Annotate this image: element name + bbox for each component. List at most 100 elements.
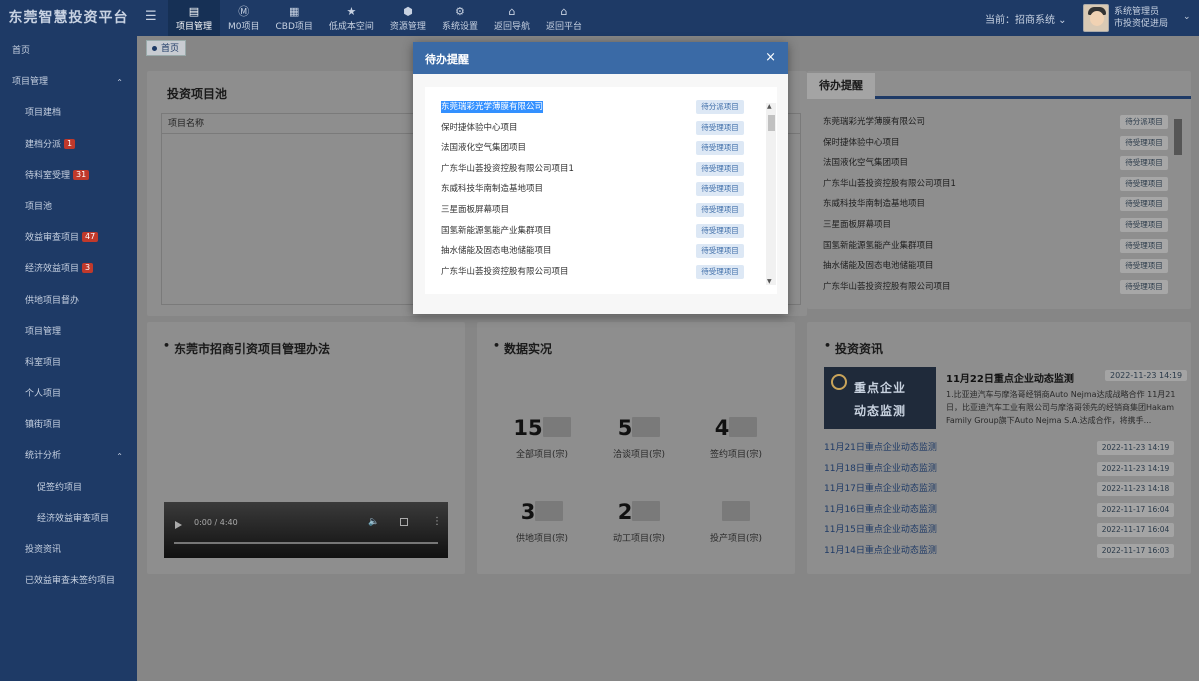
status-badge[interactable]: 待受理项目: [1120, 217, 1168, 232]
news-headline[interactable]: 11月22日重点企业动态监测: [946, 370, 1074, 385]
video-progress-bar[interactable]: [174, 542, 438, 544]
avatar[interactable]: [1083, 4, 1109, 32]
list-item[interactable]: 保时捷体验中心项目 待受理项目: [823, 134, 1168, 155]
nav-item-2[interactable]: ▦ CBD项目: [268, 0, 321, 36]
scroll-thumb[interactable]: [768, 115, 775, 131]
sidebar-item-4[interactable]: 待科室受理 31: [0, 161, 137, 192]
news-item-title[interactable]: 11月14日重点企业动态监测: [824, 546, 937, 556]
modal-item-name[interactable]: 抽水储能及固态电池储能项目: [441, 246, 552, 256]
news-item[interactable]: 11月21日重点企业动态监测 2022-11-23 14:19: [824, 439, 1174, 460]
tab-home[interactable]: 首页: [146, 40, 187, 56]
list-item[interactable]: 广东华山荟投资控股有限公司项目1 待受理项目: [441, 160, 756, 181]
sidebar-item-5[interactable]: 项目池: [0, 192, 137, 223]
news-item-title[interactable]: 11月15日重点企业动态监测: [824, 525, 937, 535]
modal-item-name[interactable]: 广东华山荟投资控股有限公司项目: [441, 267, 569, 277]
list-item[interactable]: 东威科技华南制造基地项目 待受理项目: [441, 180, 756, 201]
sidebar-item-15[interactable]: 经济效益审查项目: [0, 504, 137, 535]
nav-item-4[interactable]: ⬢ 资源管理: [382, 0, 434, 36]
sidebar-item-6[interactable]: 效益审查项目 47: [0, 223, 137, 254]
status-badge[interactable]: 待受理项目: [696, 141, 744, 156]
news-item[interactable]: 11月18日重点企业动态监测 2022-11-23 14:19: [824, 460, 1174, 481]
list-item[interactable]: 广东华山荟投资控股有限公司项目 待受理项目: [441, 263, 756, 284]
scroll-down-icon[interactable]: ▼: [767, 278, 772, 285]
list-item[interactable]: 抽水储能及固态电池储能项目 待受理项目: [823, 257, 1168, 278]
status-badge[interactable]: 待受理项目: [696, 244, 744, 259]
news-item-title[interactable]: 11月17日重点企业动态监测: [824, 484, 937, 494]
nav-item-6[interactable]: ⌂ 返回导航: [486, 0, 538, 36]
news-item[interactable]: 11月17日重点企业动态监测 2022-11-23 14:18: [824, 480, 1174, 501]
list-item[interactable]: 法国液化空气集团项目 待受理项目: [823, 154, 1168, 175]
sidebar-item-2[interactable]: 项目建档: [0, 98, 137, 129]
modal-item-name[interactable]: 广东华山荟投资控股有限公司项目1: [441, 164, 574, 174]
current-system-select[interactable]: 当前：招商系统 ⌄: [985, 11, 1067, 26]
news-item-title[interactable]: 11月18日重点企业动态监测: [824, 464, 937, 474]
sidebar-item-14[interactable]: 促签约项目: [0, 473, 137, 504]
status-badge[interactable]: 待分派项目: [1120, 115, 1168, 129]
status-badge[interactable]: 待受理项目: [1120, 176, 1168, 191]
sidebar-item-12[interactable]: 镇街项目: [0, 410, 137, 441]
user-info[interactable]: 系统管理员 市投资促进局: [1114, 6, 1168, 30]
status-badge[interactable]: 待受理项目: [1120, 259, 1168, 274]
status-badge[interactable]: 待受理项目: [1120, 238, 1168, 253]
list-item[interactable]: 三星面板屏幕项目 待受理项目: [823, 216, 1168, 237]
scroll-up-icon[interactable]: ▲: [767, 103, 772, 110]
modal-item-name[interactable]: 东威科技华南制造基地项目: [441, 184, 543, 194]
sidebar-item-16[interactable]: 投资资讯: [0, 535, 137, 566]
status-badge[interactable]: 待受理项目: [1120, 135, 1168, 150]
modal-item-name[interactable]: 法国液化空气集团项目: [441, 143, 526, 153]
list-item[interactable]: 三星面板屏幕项目 待受理项目: [441, 201, 756, 222]
chevron-down-icon[interactable]: ⌄: [1183, 12, 1191, 22]
nav-item-7[interactable]: ⌂ 返回平台: [538, 0, 590, 36]
news-item-title[interactable]: 11月21日重点企业动态监测: [824, 443, 937, 453]
status-badge[interactable]: 待受理项目: [696, 120, 744, 135]
sidebar-item-17[interactable]: 已效益审查未签约项目: [0, 566, 137, 597]
more-options-icon[interactable]: ⋮: [432, 516, 442, 527]
fullscreen-icon[interactable]: [400, 518, 408, 526]
list-item[interactable]: 广东华山荟投资控股有限公司项目 待受理项目: [823, 278, 1168, 299]
sidebar-item-7[interactable]: 经济效益项目 3: [0, 254, 137, 285]
status-badge[interactable]: 待受理项目: [696, 161, 744, 176]
modal-item-name[interactable]: 国氢新能源氢能产业集群项目: [441, 226, 552, 236]
list-item[interactable]: 抽水储能及固态电池储能项目 待受理项目: [441, 242, 756, 263]
play-icon[interactable]: [175, 521, 182, 529]
close-icon[interactable]: ×: [765, 51, 776, 65]
todo-scrollbar[interactable]: [1174, 119, 1182, 304]
modal-scrollbar[interactable]: ▲ ▼: [766, 103, 776, 285]
modal-item-name[interactable]: 三星面板屏幕项目: [441, 205, 509, 215]
list-item[interactable]: 保时捷体验中心项目 待受理项目: [441, 119, 756, 140]
tab-todo[interactable]: 待办提醒: [807, 73, 875, 99]
chevron-up-icon[interactable]: ⌃: [116, 67, 123, 98]
nav-item-3[interactable]: ★ 低成本空间: [321, 0, 382, 36]
sidebar-item-8[interactable]: 供地项目督办: [0, 286, 137, 317]
status-badge[interactable]: 待受理项目: [696, 202, 744, 217]
volume-icon[interactable]: 🔈: [368, 517, 379, 527]
news-item[interactable]: 11月16日重点企业动态监测 2022-11-17 16:04: [824, 501, 1174, 522]
list-item[interactable]: 东莞瑞彩光学薄膜有限公司 待分派项目: [823, 113, 1168, 134]
list-item[interactable]: 国氢新能源氢能产业集群项目 待受理项目: [441, 222, 756, 243]
chevron-up-icon[interactable]: ⌃: [116, 441, 123, 472]
news-item[interactable]: 11月14日重点企业动态监测 2022-11-17 16:03: [824, 542, 1174, 563]
sidebar-item-13[interactable]: 统计分析 ⌃: [0, 441, 137, 472]
status-badge[interactable]: 待受理项目: [696, 264, 744, 279]
status-badge[interactable]: 待受理项目: [1120, 279, 1168, 294]
sidebar-item-0[interactable]: 首页: [0, 36, 137, 67]
news-item[interactable]: 11月15日重点企业动态监测 2022-11-17 16:04: [824, 521, 1174, 542]
nav-item-5[interactable]: ⚙ 系统设置: [434, 0, 486, 36]
video-player[interactable]: 0:00 / 4:40 🔈 ⋮: [164, 502, 448, 558]
list-item[interactable]: 东威科技华南制造基地项目 待受理项目: [823, 195, 1168, 216]
status-badge[interactable]: 待受理项目: [696, 223, 744, 238]
list-item[interactable]: 东莞瑞彩光学薄膜有限公司 待分派项目: [441, 98, 756, 119]
sidebar-item-10[interactable]: 科室项目: [0, 348, 137, 379]
modal-item-name[interactable]: 保时捷体验中心项目: [441, 123, 518, 133]
news-thumbnail[interactable]: 重点企业 动态监测: [824, 367, 936, 429]
status-badge[interactable]: 待受理项目: [1120, 197, 1168, 212]
status-badge[interactable]: 待分派项目: [696, 100, 744, 114]
nav-item-1[interactable]: Ⓜ M0项目: [220, 0, 268, 36]
sidebar-item-9[interactable]: 项目管理: [0, 317, 137, 348]
sidebar-item-11[interactable]: 个人项目: [0, 379, 137, 410]
list-item[interactable]: 国氢新能源氢能产业集群项目 待受理项目: [823, 237, 1168, 258]
menu-toggle-icon[interactable]: ☰: [145, 10, 159, 24]
sidebar-item-3[interactable]: 建档分派 1: [0, 130, 137, 161]
list-item[interactable]: 广东华山荟投资控股有限公司项目1 待受理项目: [823, 175, 1168, 196]
modal-item-name[interactable]: 东莞瑞彩光学薄膜有限公司: [441, 101, 544, 113]
